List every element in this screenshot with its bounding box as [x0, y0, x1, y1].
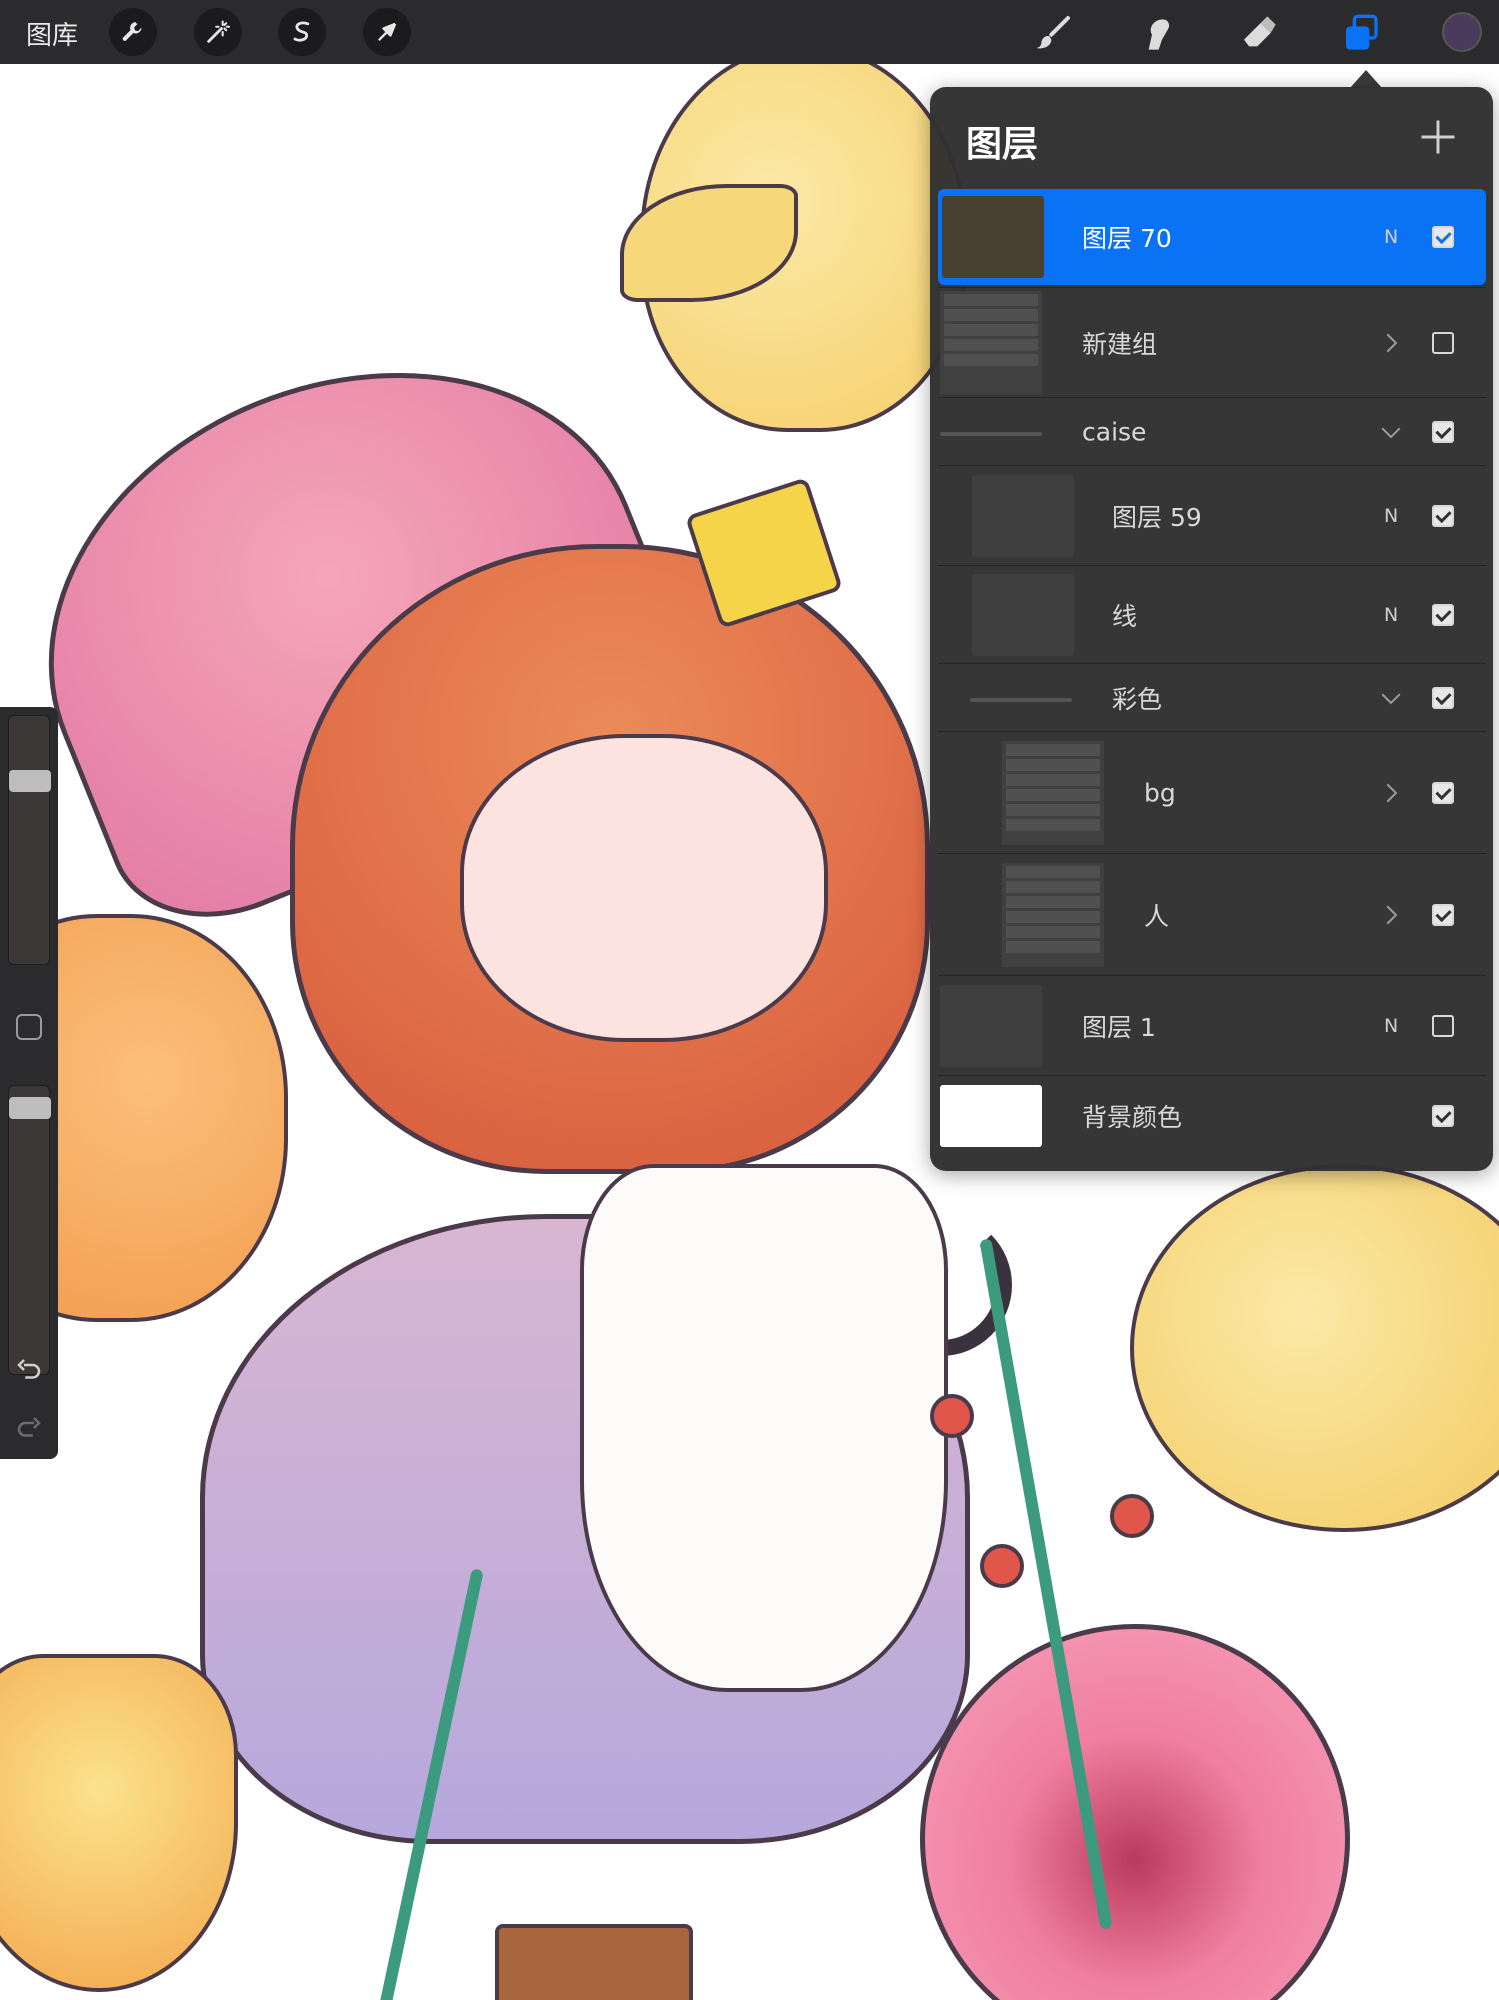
- layers-panel-pointer: [1350, 70, 1382, 88]
- modify-button[interactable]: [16, 1014, 42, 1040]
- layer-visibility-checkbox[interactable]: [1432, 686, 1454, 709]
- layer-name: 图层 1: [1082, 1012, 1156, 1042]
- blend-mode-button[interactable]: N: [1384, 505, 1398, 527]
- undo-icon[interactable]: [14, 1355, 44, 1385]
- layer-visibility-checkbox[interactable]: [1432, 1104, 1454, 1127]
- chevron-down-icon[interactable]: [1376, 683, 1406, 713]
- erase-button[interactable]: [1236, 10, 1282, 56]
- layer-thumbnail: [940, 984, 1042, 1067]
- top-toolbar: 图库: [0, 0, 1499, 64]
- layer-name: bg: [1144, 778, 1176, 807]
- color-picker-swatch[interactable]: [1442, 12, 1482, 52]
- layer-visibility-checkbox[interactable]: [1432, 603, 1454, 626]
- group-thumbnail: [1002, 862, 1104, 967]
- layer-row[interactable]: 图层 70 N: [938, 189, 1486, 285]
- group-thumbnail: [1002, 740, 1104, 845]
- chevron-right-icon[interactable]: [1376, 900, 1406, 930]
- layer-row[interactable]: 彩色: [938, 663, 1486, 731]
- layer-visibility-checkbox[interactable]: [1432, 420, 1454, 443]
- artwork-pink-flower: [920, 1624, 1350, 2000]
- opacity-slider-thumb[interactable]: [9, 1096, 51, 1119]
- smudge-finger-icon: [1148, 19, 1170, 50]
- group-thumbnail: [940, 290, 1042, 395]
- redo-icon[interactable]: [14, 1413, 44, 1443]
- selection-s-icon: [293, 21, 310, 42]
- layer-row[interactable]: 线 N: [938, 565, 1486, 663]
- brush-size-slider-thumb[interactable]: [9, 770, 51, 793]
- opacity-slider[interactable]: [8, 1085, 51, 1375]
- brush-icon: [1036, 16, 1070, 49]
- layer-name: 彩色: [1112, 684, 1163, 714]
- layer-row[interactable]: 图层 1 N: [938, 975, 1486, 1075]
- artwork-berries: [1110, 1494, 1154, 1538]
- layer-row[interactable]: 背景颜色: [938, 1075, 1486, 1155]
- layer-row[interactable]: 人: [938, 853, 1486, 975]
- layer-visibility-checkbox[interactable]: [1432, 781, 1454, 804]
- artwork-apron: [580, 1164, 948, 1692]
- plus-icon[interactable]: [1416, 115, 1460, 159]
- artwork-bell-flower: [0, 1654, 238, 1992]
- layer-name: 图层 59: [1112, 502, 1202, 532]
- layer-name: 线: [1112, 601, 1138, 631]
- layer-visibility-checkbox[interactable]: [1432, 331, 1454, 354]
- layer-name: 新建组: [1082, 329, 1158, 359]
- artwork-boots: [495, 1924, 693, 2000]
- group-divider: [940, 431, 1042, 436]
- chevron-down-icon[interactable]: [1376, 417, 1406, 447]
- layer-thumbnail: [972, 573, 1074, 656]
- layer-thumbnail: [972, 474, 1074, 557]
- paint-button[interactable]: [1030, 10, 1076, 56]
- layer-name: caise: [1082, 417, 1147, 446]
- group-divider: [970, 697, 1072, 702]
- layer-name: 背景颜色: [1082, 1102, 1183, 1132]
- chevron-right-icon[interactable]: [1376, 778, 1406, 808]
- layer-row[interactable]: 图层 59 N: [938, 465, 1486, 565]
- layer-visibility-checkbox[interactable]: [1432, 1014, 1454, 1037]
- artwork-berries: [980, 1544, 1024, 1588]
- transform-button[interactable]: [363, 8, 411, 56]
- layers-icon: [1346, 14, 1378, 50]
- blend-mode-button[interactable]: N: [1384, 1015, 1398, 1037]
- layer-row[interactable]: bg: [938, 731, 1486, 853]
- layer-row[interactable]: caise: [938, 397, 1486, 465]
- layer-row[interactable]: 新建组: [938, 287, 1486, 397]
- adjustments-button[interactable]: [194, 8, 242, 56]
- layer-name: 图层 70: [1082, 224, 1172, 253]
- chevron-right-icon[interactable]: [1376, 328, 1406, 358]
- layer-thumbnail: [940, 1084, 1042, 1147]
- layer-name: 人: [1144, 901, 1170, 931]
- artwork-girl-face: [460, 734, 828, 1042]
- layer-thumbnail: [942, 196, 1044, 278]
- layer-visibility-checkbox[interactable]: [1432, 504, 1454, 527]
- artwork-yellow-flower-right: [1130, 1164, 1499, 1532]
- blend-mode-button[interactable]: N: [1384, 226, 1398, 248]
- gallery-button[interactable]: 图库: [26, 15, 78, 52]
- eraser-icon: [1244, 16, 1276, 47]
- actions-button[interactable]: [109, 8, 157, 56]
- layers-button[interactable]: [1338, 10, 1384, 56]
- artwork-berries: [930, 1394, 974, 1438]
- magic-wand-icon: [207, 20, 231, 43]
- layers-panel-title: 图层: [966, 124, 1039, 165]
- brush-size-slider[interactable]: [8, 715, 51, 965]
- layers-panel: 图层 图层 70 N 新建组 caise 图层 59 N 线 N 彩色 bg 人…: [930, 87, 1493, 1171]
- wrench-icon: [122, 22, 142, 41]
- arrow-cursor-icon: [378, 22, 397, 41]
- selection-button[interactable]: [278, 8, 326, 56]
- layer-visibility-checkbox[interactable]: [1432, 903, 1454, 926]
- left-sidebar: [0, 707, 58, 1459]
- blend-mode-button[interactable]: N: [1384, 604, 1398, 626]
- smudge-button[interactable]: [1134, 10, 1180, 56]
- layer-visibility-checkbox[interactable]: [1432, 226, 1454, 248]
